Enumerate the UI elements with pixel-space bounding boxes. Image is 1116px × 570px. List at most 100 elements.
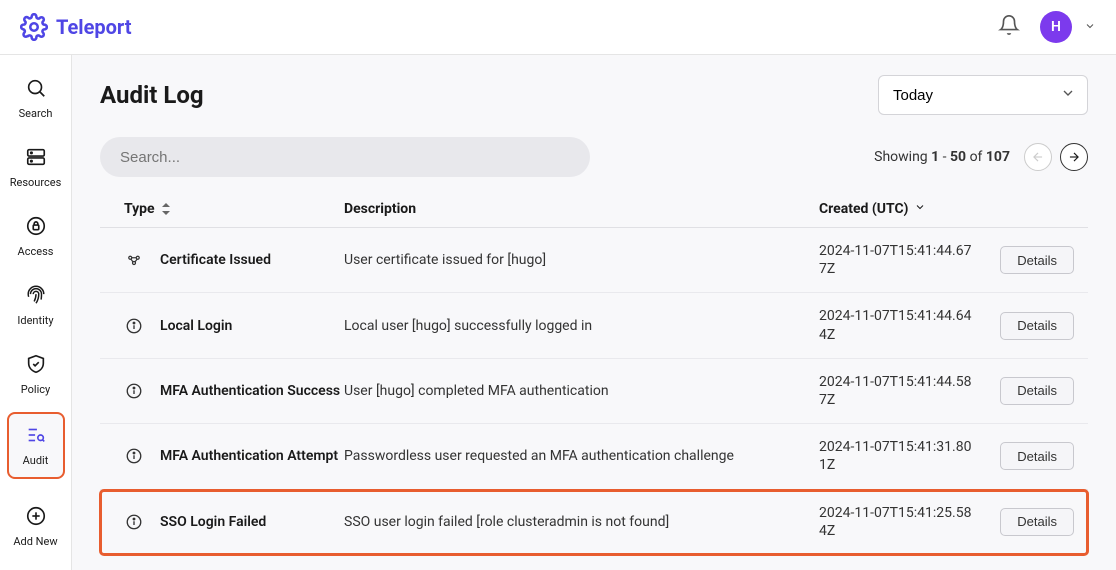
pagination-of: of (966, 149, 986, 165)
column-type-label: Type (124, 201, 155, 217)
row-type-cell: MFA Authentication Attempt (114, 447, 344, 465)
sidebar-item-policy[interactable]: Policy (7, 343, 65, 406)
table-row: MFA Authentication Attempt Passwordless … (100, 424, 1088, 489)
pagination-from: 1 (931, 149, 939, 165)
table-body: Certificate Issued User certificate issu… (100, 228, 1088, 570)
fingerprint-icon (25, 284, 47, 310)
table-row: Certificate Issued User certificate issu… (100, 228, 1088, 293)
row-actions: Details (974, 442, 1074, 470)
date-filter-select[interactable]: Today (878, 75, 1088, 115)
main-content: Audit Log Today Showing 1 - 50 of 107 (72, 55, 1116, 570)
sidebar-label: Access (18, 245, 54, 258)
user-avatar[interactable]: H (1040, 11, 1072, 43)
notifications-icon[interactable] (998, 14, 1020, 40)
row-actions: Details (974, 377, 1074, 405)
details-button[interactable]: Details (1000, 442, 1074, 470)
row-description: SSO user login failed [role clusteradmin… (344, 514, 819, 530)
details-button[interactable]: Details (1000, 377, 1074, 405)
row-created: 2024-11-07T15:41:44.677Z (819, 242, 974, 278)
magnifier-icon (25, 77, 47, 103)
sidebar-item-add-new[interactable]: Add New (7, 495, 65, 558)
topbar: Teleport H (0, 0, 1116, 55)
plus-circle-icon (25, 505, 47, 531)
sidebar-item-audit[interactable]: Audit (7, 412, 65, 479)
column-created-label: Created (UTC) (819, 201, 908, 217)
sidebar-item-identity[interactable]: Identity (7, 274, 65, 337)
sidebar-label: Add New (13, 535, 57, 548)
sort-icon (161, 203, 171, 215)
page-title: Audit Log (100, 81, 204, 109)
row-actions: Details (974, 312, 1074, 340)
toolbar: Showing 1 - 50 of 107 (100, 137, 1088, 177)
pagination-buttons (1024, 143, 1088, 171)
row-actions: Details (974, 508, 1074, 536)
topbar-right: H (998, 11, 1096, 43)
pagination-text: Showing 1 - 50 of 107 (874, 149, 1010, 165)
column-type[interactable]: Type (114, 201, 344, 217)
row-created: 2024-11-07T15:41:44.587Z (819, 373, 974, 409)
page-header: Audit Log Today (100, 75, 1088, 115)
sidebar-label: Resources (10, 176, 62, 189)
details-button[interactable]: Details (1000, 312, 1074, 340)
column-created[interactable]: Created (UTC) (819, 201, 974, 217)
brand-logo[interactable]: Teleport (20, 13, 132, 41)
chevron-down-icon (914, 201, 926, 217)
sidebar-label: Identity (17, 314, 53, 327)
row-type-label: MFA Authentication Attempt (160, 448, 338, 464)
table-row: Local Login Local user [hugo] successful… (100, 293, 1088, 358)
row-type-label: SSO Login Failed (160, 514, 266, 530)
info-icon (124, 317, 144, 335)
audit-table: Type Description Created (UTC) Certifica… (100, 191, 1088, 570)
list-search-icon (25, 424, 47, 450)
info-icon (124, 382, 144, 400)
pagination-total: 107 (986, 149, 1010, 165)
info-icon (124, 513, 144, 531)
row-type-label: Local Login (160, 318, 232, 334)
user-menu-chevron-icon[interactable] (1084, 20, 1096, 35)
table-row: MFA Authentication Attempt Passwordless … (100, 555, 1088, 570)
next-page-button[interactable] (1060, 143, 1088, 171)
row-description: Passwordless user requested an MFA authe… (344, 448, 819, 464)
sidebar-label: Policy (21, 383, 50, 396)
row-type-cell: MFA Authentication Success (114, 382, 344, 400)
date-filter[interactable]: Today (878, 75, 1088, 115)
sidebar-item-access[interactable]: Access (7, 205, 65, 268)
pagination-dash: - (939, 149, 950, 165)
row-description: User certificate issued for [hugo] (344, 252, 819, 268)
app-root: Teleport H Search Resources Access (0, 0, 1116, 570)
search-wrap (100, 137, 590, 177)
prev-page-button[interactable] (1024, 143, 1052, 171)
sidebar-item-resources[interactable]: Resources (7, 136, 65, 199)
row-actions: Details (974, 246, 1074, 274)
row-created: 2024-11-07T15:41:31.801Z (819, 438, 974, 474)
row-type-label: Certificate Issued (160, 252, 271, 268)
lock-circle-icon (25, 215, 47, 241)
row-type-label: MFA Authentication Success (160, 383, 340, 399)
details-button[interactable]: Details (1000, 246, 1074, 274)
row-type-cell: Local Login (114, 317, 344, 335)
pagination-to: 50 (950, 149, 966, 165)
table-row: MFA Authentication Success User [hugo] c… (100, 359, 1088, 424)
row-created: 2024-11-07T15:41:44.644Z (819, 307, 974, 343)
avatar-letter: H (1051, 19, 1061, 35)
brand-icon (20, 13, 48, 41)
sidebar-label: Search (19, 107, 53, 120)
server-icon (25, 146, 47, 172)
row-type-cell: Certificate Issued (114, 251, 344, 269)
details-button[interactable]: Details (1000, 508, 1074, 536)
row-created: 2024-11-07T15:41:25.584Z (819, 504, 974, 540)
column-description: Description (344, 201, 819, 217)
row-type-cell: SSO Login Failed (114, 513, 344, 531)
info-icon (124, 447, 144, 465)
pagination-prefix: Showing (874, 149, 931, 165)
sidebar-item-search[interactable]: Search (7, 67, 65, 130)
shield-icon (25, 353, 47, 379)
row-description: Local user [hugo] successfully logged in (344, 318, 819, 334)
certificate-icon (124, 251, 144, 269)
search-input[interactable] (100, 137, 590, 177)
row-description: User [hugo] completed MFA authentication (344, 383, 819, 399)
table-header: Type Description Created (UTC) (100, 191, 1088, 228)
sidebar-label: Audit (23, 454, 49, 467)
pagination: Showing 1 - 50 of 107 (874, 143, 1088, 171)
table-row: SSO Login Failed SSO user login failed [… (100, 490, 1088, 555)
